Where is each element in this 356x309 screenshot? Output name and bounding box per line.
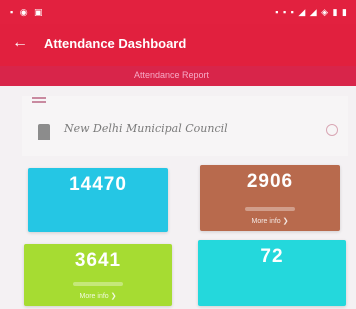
emblem-logo — [38, 124, 50, 140]
stat-card-present[interactable]: 2906 More info ❯ — [200, 165, 340, 231]
header-panel: New Delhi Municipal Council — [22, 96, 348, 156]
stat-card-leave[interactable]: 72 — [198, 240, 346, 306]
council-name: New Delhi Municipal Council — [64, 122, 228, 135]
app-bar: ← Attendance Dashboard — [0, 24, 356, 66]
close-icon[interactable] — [326, 124, 338, 136]
card-underline — [245, 207, 295, 211]
sub-header-bar: Attendance Report — [0, 66, 356, 86]
page-title: Attendance Dashboard — [44, 36, 187, 51]
stat-card-total[interactable]: 14470 — [28, 168, 168, 232]
stat-card-absent[interactable]: 3641 More info ❯ — [24, 244, 172, 306]
stat-value: 3641 — [74, 250, 122, 271]
status-bar: ▪ ◉ ▣ ▪ ▪ ▪ ◢ ◢ ◈ ▮ ▮ — [0, 0, 356, 24]
back-arrow-icon[interactable]: ← — [12, 34, 28, 52]
more-info-link[interactable]: More info ❯ — [200, 217, 340, 225]
stat-value: 2906 — [246, 171, 294, 192]
notification-icons: ▪ ◉ ▣ — [10, 7, 45, 17]
system-status-icons: ▪ ▪ ▪ ◢ ◢ ◈ ▮ ▮ — [275, 7, 348, 17]
card-underline — [73, 282, 123, 286]
menu-icon[interactable] — [32, 97, 46, 107]
stat-value: 72 — [260, 246, 284, 267]
stat-value: 14470 — [69, 174, 127, 195]
sub-header-text: Attendance Report — [134, 70, 210, 80]
more-info-link[interactable]: More info ❯ — [24, 292, 172, 300]
